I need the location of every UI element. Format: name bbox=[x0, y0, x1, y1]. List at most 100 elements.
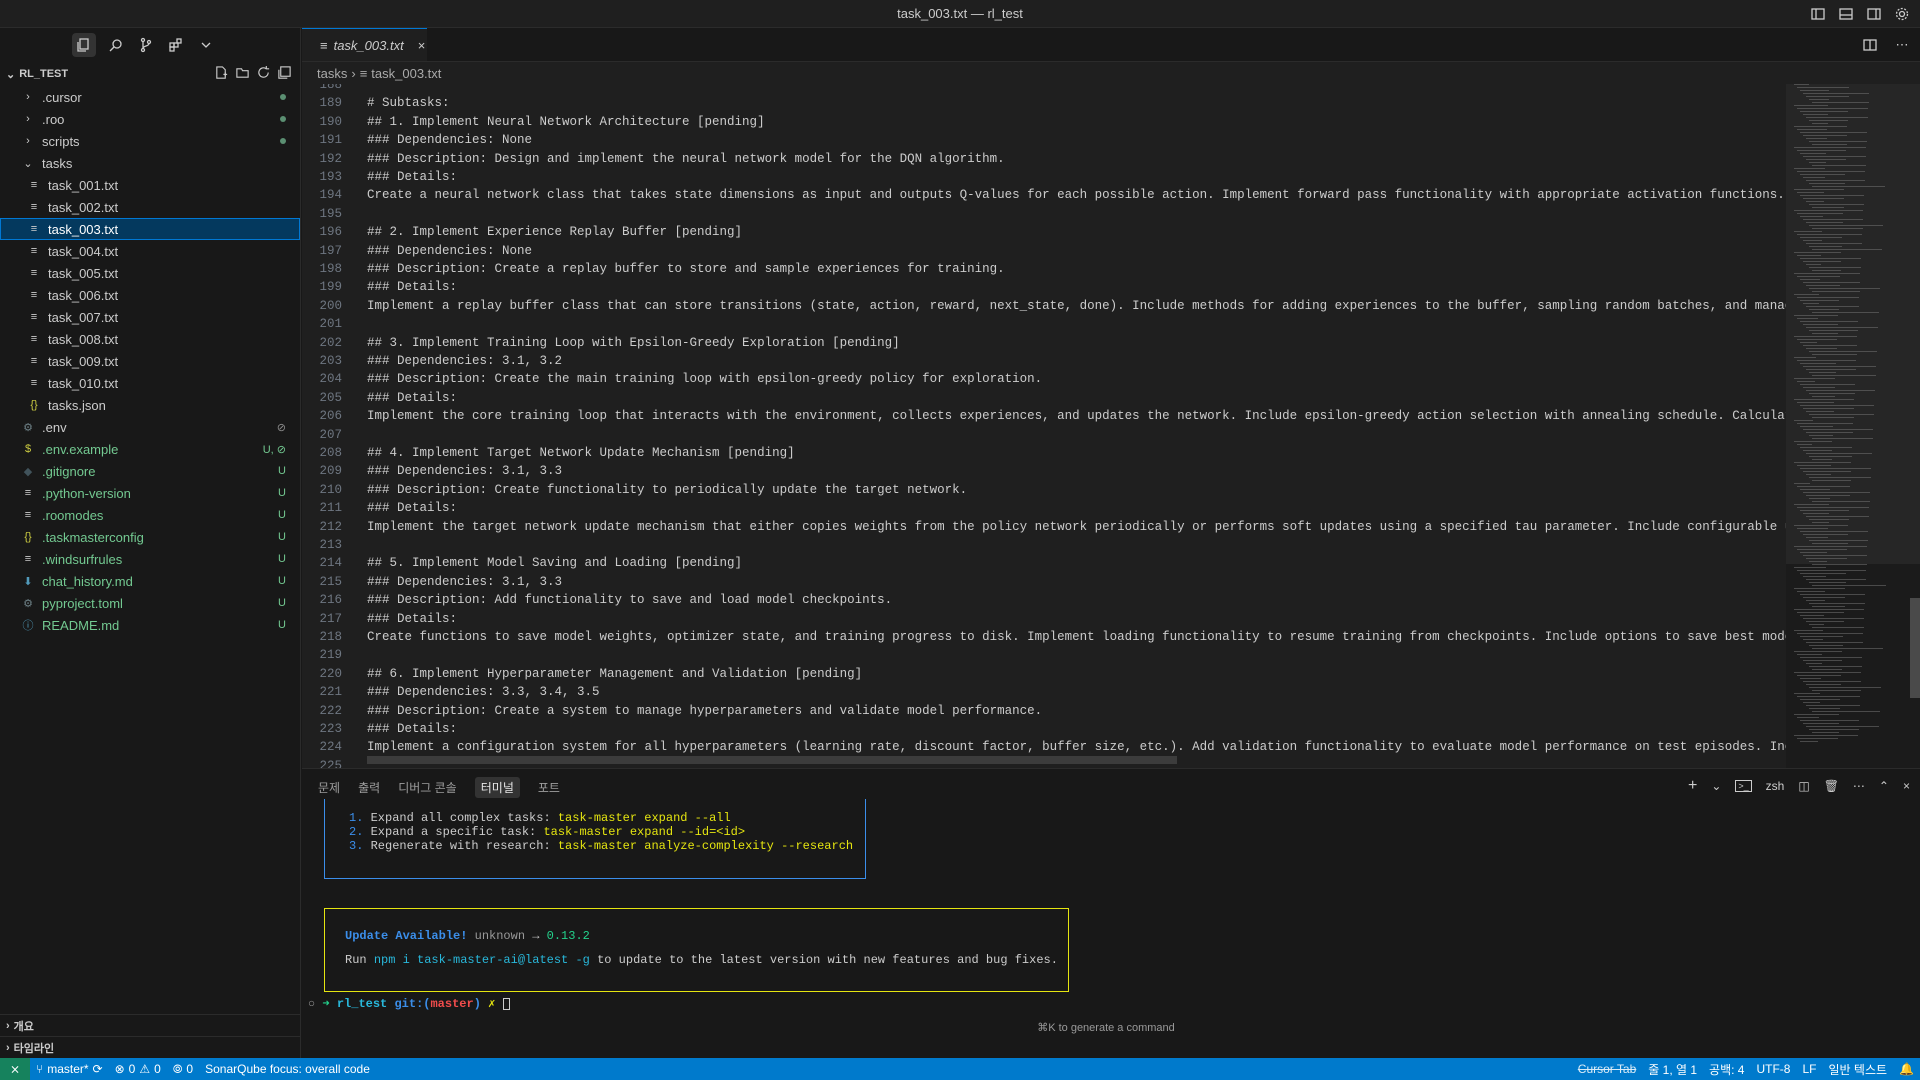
code-line[interactable]: ### Details: bbox=[367, 170, 457, 184]
breadcrumb-folder[interactable]: tasks bbox=[317, 66, 347, 81]
code-line[interactable]: ### Dependencies: 3.1, 3.3 bbox=[367, 575, 562, 589]
tree-item[interactable]: ≡ task_009.txt bbox=[0, 350, 300, 372]
toggle-panel-icon[interactable] bbox=[1836, 4, 1856, 24]
code-line[interactable]: ### Description: Create a replay buffer … bbox=[367, 262, 1005, 276]
tree-item[interactable]: ≡ task_010.txt bbox=[0, 372, 300, 394]
code-line[interactable]: ### Dependencies: 3.1, 3.2 bbox=[367, 354, 562, 368]
tree-item[interactable]: ≡ task_002.txt bbox=[0, 196, 300, 218]
code-line[interactable]: # Subtasks: bbox=[367, 96, 450, 110]
code-line[interactable]: ### Description: Add functionality to sa… bbox=[367, 593, 892, 607]
tree-item[interactable]: › .cursor bbox=[0, 86, 300, 108]
panel-tab[interactable]: 문제 bbox=[318, 779, 340, 796]
panel-tab[interactable]: 터미널 bbox=[474, 776, 520, 798]
ports-status[interactable]: ⦾ 0 bbox=[167, 1062, 199, 1077]
toggle-secondary-sidebar-icon[interactable] bbox=[1864, 4, 1884, 24]
maximize-panel-icon[interactable]: ⌃ bbox=[1879, 779, 1889, 793]
tree-item[interactable]: ⓘ README.md U bbox=[0, 614, 300, 636]
chevron-down-icon[interactable]: ⌄ bbox=[1711, 779, 1721, 793]
code-line[interactable]: ### Dependencies: 3.3, 3.4, 3.5 bbox=[367, 685, 600, 699]
panel-tab[interactable]: 디버그 콘솔 bbox=[398, 779, 457, 796]
tree-item[interactable]: {} tasks.json bbox=[0, 394, 300, 416]
code-line[interactable]: ### Details: bbox=[367, 722, 457, 736]
tree-item[interactable]: ⚙ .env ⊘ bbox=[0, 416, 300, 438]
branch-status[interactable]: ⑂ master* ⟳ bbox=[30, 1062, 109, 1076]
panel-tab[interactable]: 출력 bbox=[358, 779, 380, 796]
code-line[interactable]: ## 2. Implement Experience Replay Buffer… bbox=[367, 225, 742, 239]
tree-item[interactable]: ◆ .gitignore U bbox=[0, 460, 300, 482]
code-line[interactable]: ### Description: Design and implement th… bbox=[367, 152, 1005, 166]
terminal[interactable]: 1. Expand all complex tasks: task-master… bbox=[302, 799, 1910, 1059]
tree-item[interactable]: ≡ .roomodes U bbox=[0, 504, 300, 526]
split-editor-icon[interactable] bbox=[1860, 35, 1880, 55]
tree-item[interactable]: ⬇ chat_history.md U bbox=[0, 570, 300, 592]
settings-gear-icon[interactable] bbox=[1892, 4, 1912, 24]
code-line[interactable]: ### Details: bbox=[367, 612, 457, 626]
horizontal-scrollbar[interactable] bbox=[367, 756, 1177, 764]
tree-item[interactable]: ≡ .windsurfrules U bbox=[0, 548, 300, 570]
tree-item[interactable]: ≡ task_007.txt bbox=[0, 306, 300, 328]
tree-item[interactable]: {} .taskmasterconfig U bbox=[0, 526, 300, 548]
tree-item[interactable]: › .roo bbox=[0, 108, 300, 130]
code-line[interactable]: Create functions to save model weights, … bbox=[367, 630, 1786, 644]
toggle-sidebar-icon[interactable] bbox=[1808, 4, 1828, 24]
close-icon[interactable]: × bbox=[418, 38, 426, 53]
code-line[interactable]: Implement the core training loop that in… bbox=[367, 409, 1786, 423]
tree-item[interactable]: › scripts bbox=[0, 130, 300, 152]
problems-status[interactable]: ⊗ 0 ⚠ 0 bbox=[109, 1062, 167, 1076]
language-status[interactable]: 일반 텍스트 bbox=[1823, 1061, 1894, 1078]
timeline-section[interactable]: › 타임라인 bbox=[0, 1036, 301, 1058]
tab-task-003[interactable]: ≡ task_003.txt × bbox=[302, 28, 427, 61]
tree-item[interactable]: $ .env.example U, ⊘ bbox=[0, 438, 300, 460]
trash-icon[interactable]: 🗑 bbox=[1824, 779, 1839, 793]
code-line[interactable]: ## 6. Implement Hyperparameter Managemen… bbox=[367, 667, 862, 681]
close-icon[interactable]: × bbox=[1903, 779, 1910, 793]
tree-item[interactable]: ≡ task_008.txt bbox=[0, 328, 300, 350]
tree-item[interactable]: ≡ task_003.txt bbox=[0, 218, 300, 240]
tree-item[interactable]: ≡ task_004.txt bbox=[0, 240, 300, 262]
encoding-status[interactable]: UTF-8 bbox=[1750, 1062, 1796, 1076]
split-terminal-icon[interactable]: ◫ bbox=[1798, 779, 1809, 793]
remote-icon[interactable]: ⨯ bbox=[0, 1058, 30, 1080]
code-line[interactable]: Create a neural network class that takes… bbox=[367, 188, 1786, 202]
code-line[interactable]: Implement the target network update mech… bbox=[367, 520, 1786, 534]
tree-item[interactable]: ⚙ pyproject.toml U bbox=[0, 592, 300, 614]
cursor-position[interactable]: 줄 1, 열 1 bbox=[1642, 1061, 1703, 1078]
sonarqube-status[interactable]: SonarQube focus: overall code bbox=[199, 1062, 376, 1076]
code-line[interactable]: ### Description: Create a system to mana… bbox=[367, 704, 1042, 718]
editor-scrollbar[interactable] bbox=[1910, 598, 1920, 698]
minimap[interactable] bbox=[1786, 84, 1920, 768]
new-file-icon[interactable] bbox=[214, 65, 229, 83]
chevron-down-icon[interactable] bbox=[196, 35, 216, 55]
prompt-line[interactable]: ○ ➜ rl_test git:(master) ✗ bbox=[308, 997, 510, 1011]
code-editor[interactable]: 188 189 # Subtasks: 190 ## 1. Implement Neur… bbox=[302, 84, 1786, 768]
code-line[interactable]: ### Dependencies: None bbox=[367, 133, 532, 147]
code-line[interactable]: ### Details: bbox=[367, 501, 457, 515]
tree-item[interactable]: ≡ .python-version U bbox=[0, 482, 300, 504]
code-line[interactable]: ## 4. Implement Target Network Update Me… bbox=[367, 446, 795, 460]
tree-item[interactable]: ⌄ tasks bbox=[0, 152, 300, 174]
extensions-icon[interactable] bbox=[166, 35, 186, 55]
cursor-tab-status[interactable]: Cursor Tab bbox=[1572, 1062, 1642, 1076]
indentation-status[interactable]: 공백: 4 bbox=[1703, 1061, 1750, 1078]
tree-item[interactable]: ≡ task_005.txt bbox=[0, 262, 300, 284]
code-line[interactable]: Implement a configuration system for all… bbox=[367, 740, 1786, 754]
more-actions-icon[interactable]: ⋯ bbox=[1892, 35, 1912, 55]
explorer-header[interactable]: ⌄ RL_TEST bbox=[0, 62, 300, 86]
code-line[interactable]: ## 1. Implement Neural Network Architect… bbox=[367, 115, 765, 129]
new-terminal-icon[interactable]: + bbox=[1688, 777, 1697, 795]
code-line[interactable]: ### Description: Create functionality to… bbox=[367, 483, 967, 497]
breadcrumb-file[interactable]: task_003.txt bbox=[371, 66, 441, 81]
code-line[interactable]: ### Details: bbox=[367, 280, 457, 294]
new-folder-icon[interactable] bbox=[235, 65, 250, 83]
explorer-files-icon[interactable] bbox=[72, 33, 96, 57]
eol-status[interactable]: LF bbox=[1796, 1062, 1822, 1076]
source-control-icon[interactable] bbox=[136, 35, 156, 55]
code-line[interactable]: ### Description: Create the main trainin… bbox=[367, 372, 1042, 386]
panel-tab[interactable]: 포트 bbox=[538, 779, 560, 796]
tree-item[interactable]: ≡ task_001.txt bbox=[0, 174, 300, 196]
outline-section[interactable]: › 개요 bbox=[0, 1014, 301, 1036]
collapse-all-icon[interactable] bbox=[277, 65, 292, 83]
code-line[interactable]: ## 3. Implement Training Loop with Epsil… bbox=[367, 336, 900, 350]
code-line[interactable]: Implement a replay buffer class that can… bbox=[367, 299, 1786, 313]
tree-item[interactable]: ≡ task_006.txt bbox=[0, 284, 300, 306]
